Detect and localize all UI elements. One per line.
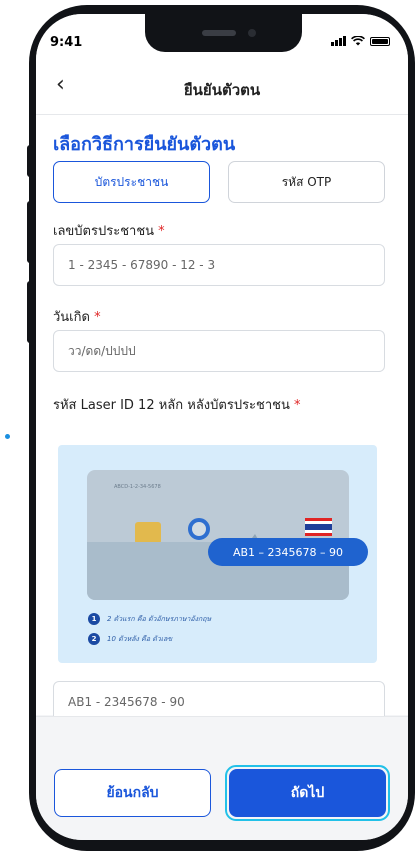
required-mark: *: [158, 224, 165, 239]
notch: [145, 14, 302, 52]
required-mark: *: [94, 310, 101, 325]
next-button[interactable]: ถัดไป: [229, 769, 386, 817]
legend-text: 10 ตัวหลัง คือ ตัวเลข: [107, 634, 173, 643]
footer-bar: ย้อนกลับ ถัดไป: [36, 717, 408, 840]
back-button[interactable]: ย้อนกลับ: [54, 769, 211, 817]
form-content: เลือกวิธีการยืนยันตัวตน บัตรประชาชน รหัส…: [36, 115, 408, 723]
side-indicator-dot: [5, 434, 10, 439]
birth-date-input[interactable]: วว/ดด/ปปปป: [53, 330, 385, 372]
laser-code-pill: AB1 – 2345678 – 90: [208, 538, 368, 566]
laser-id-label-text: รหัส Laser ID 12 หลัก หลังบัตรประชาชน: [53, 398, 290, 413]
volume-up-button: [27, 201, 33, 263]
laser-id-label: รหัส Laser ID 12 หลัก หลังบัตรประชาชน *: [53, 394, 301, 415]
wifi-icon: [351, 36, 365, 46]
speaker-grille: [202, 30, 236, 36]
card-sample-text: ABCD-1-2-34-5678: [114, 484, 161, 490]
status-icons: [331, 36, 390, 46]
id-card-placeholder: 1 - 2345 - 67890 - 12 - 3: [68, 258, 216, 272]
id-card-label: เลขบัตรประชาชน *: [53, 220, 165, 241]
legend-item: 1 2 ตัวแรก คือ ตัวอักษรภาษาอังกฤษ: [88, 613, 211, 625]
required-mark: *: [294, 398, 301, 413]
legend-item: 2 10 ตัวหลัง คือ ตัวเลข: [88, 633, 172, 645]
status-time: 9:41: [50, 35, 83, 50]
id-card-label-text: เลขบัตรประชาชน: [53, 224, 155, 239]
signal-icon: [331, 36, 346, 46]
nav-header: ‹ ยืนยันตัวตน: [36, 54, 408, 115]
tab-otp[interactable]: รหัส OTP: [228, 161, 385, 203]
page-title: ยืนยันตัวตน: [183, 81, 261, 99]
volume-down-button: [27, 281, 33, 343]
front-camera: [248, 29, 256, 37]
laser-id-placeholder: AB1 - 2345678 - 90: [68, 695, 185, 709]
laser-id-illustration: ABCD-1-2-34-5678 AB1 – 2345678 – 90 1 2 …: [58, 445, 377, 663]
phone-screen: 9:41 ‹ ยืนยันตัวตน เลือกวิธีการยืนยันตัว…: [36, 14, 408, 840]
birth-date-label: วันเกิด *: [53, 306, 101, 327]
legend-number: 2: [88, 633, 100, 645]
magnifier-icon: [188, 518, 210, 540]
card-chip-icon: [135, 522, 161, 544]
mute-switch: [27, 145, 33, 177]
legend-text: 2 ตัวแรก คือ ตัวอักษรภาษาอังกฤษ: [107, 614, 212, 623]
id-card-input[interactable]: 1 - 2345 - 67890 - 12 - 3: [53, 244, 385, 286]
birth-date-placeholder: วว/ดด/ปปปป: [68, 343, 136, 358]
thai-flag-icon: [305, 518, 332, 536]
birth-date-label-text: วันเกิด: [53, 310, 90, 325]
section-title: เลือกวิธีการยืนยันตัวตน: [53, 134, 236, 155]
legend-number: 1: [88, 613, 100, 625]
id-card-back-image: ABCD-1-2-34-5678: [87, 470, 349, 600]
battery-icon: [370, 37, 390, 46]
tab-id-card[interactable]: บัตรประชาชน: [53, 161, 210, 203]
